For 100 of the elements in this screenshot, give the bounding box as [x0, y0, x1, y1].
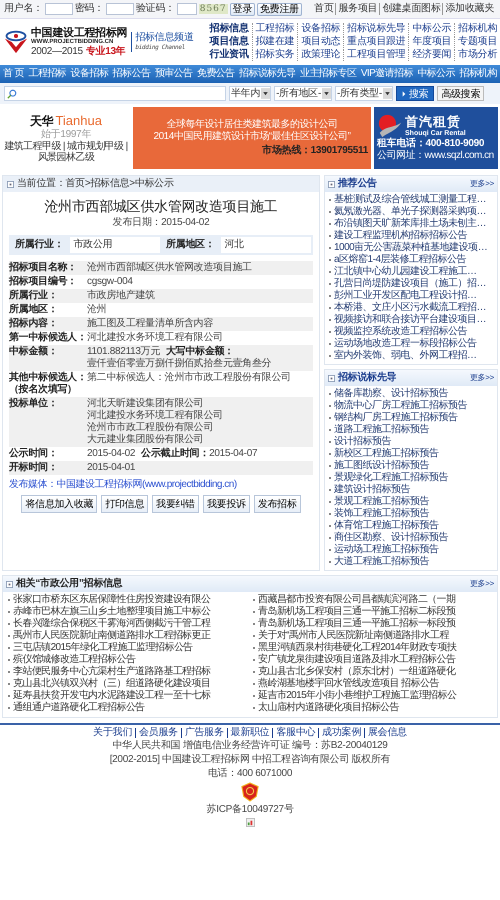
- notice-link[interactable]: 青岛新机场工程项目三通一平施工招标一标段预: [258, 618, 456, 629]
- nav-item[interactable]: 预审公告: [154, 68, 192, 80]
- header-link[interactable]: 招标机构: [454, 23, 497, 35]
- dropdown[interactable]: -所有类型-: [334, 86, 393, 101]
- header-link[interactable]: 设备招标: [297, 23, 340, 35]
- notice-link[interactable]: 大道工程施工招标预告: [334, 556, 494, 568]
- notice-link[interactable]: 道路工程施工招标预告: [334, 424, 494, 436]
- search-button[interactable]: 搜索: [396, 86, 434, 101]
- notice-link[interactable]: 施工图纸设计招标预告: [334, 460, 494, 472]
- notice-link[interactable]: 殡仪馆城修改造工程招标公告: [13, 654, 136, 665]
- header-link[interactable]: 招标说标先导: [343, 23, 406, 35]
- header-link[interactable]: 专题项目: [454, 36, 497, 48]
- dropdown[interactable]: -所有地区-: [274, 86, 332, 101]
- notice-link[interactable]: a区熔窑1-4层装修工程招标公告: [334, 254, 494, 266]
- nav-item[interactable]: 招标机构: [459, 68, 497, 80]
- notice-link[interactable]: 张家口市桥东区东居保障性住房投资建设有限公: [13, 594, 210, 605]
- login-input[interactable]: [44, 3, 73, 15]
- login-input[interactable]: [106, 3, 134, 15]
- more-link[interactable]: 更多>>: [470, 179, 494, 189]
- header-link[interactable]: 市场分析: [454, 49, 497, 61]
- top-link[interactable]: 服务项目: [335, 3, 380, 15]
- nav-item[interactable]: 中标公示: [417, 68, 455, 80]
- category-link[interactable]: 项目信息: [210, 36, 249, 48]
- notice-link[interactable]: 禹州市人民医院新址南侧道路排水工程招标更正: [13, 630, 210, 641]
- header-link[interactable]: 政策理论: [297, 49, 340, 61]
- nav-item[interactable]: 设备招标: [70, 68, 108, 80]
- footer-link[interactable]: 会员服务: [134, 728, 181, 738]
- notice-link[interactable]: 长春兴隆综合保税区干雾海河西侧截污干管工程: [13, 618, 210, 629]
- notice-link[interactable]: 孔营日尚堤防建设项目（施工）招…: [334, 278, 494, 290]
- footer-link[interactable]: 展会信息: [364, 728, 410, 738]
- notice-link[interactable]: 延吉市2015年小街小巷维护工程施工监理招标公: [258, 690, 456, 701]
- notice-link[interactable]: 运动场地改造工程一标段招标公告: [334, 338, 494, 350]
- footer-link[interactable]: 最新职位: [226, 728, 272, 738]
- top-link[interactable]: 添加收藏夹: [442, 3, 496, 15]
- notice-link[interactable]: 黑里河镇西泉村街巷硬化工程2014年财政专项扶: [258, 642, 456, 653]
- nav-item[interactable]: 招标说标先导: [239, 68, 296, 80]
- header-link[interactable]: 年度项目: [408, 36, 452, 48]
- notice-link[interactable]: 1000亩无公害蔬菜种植基地建设项…: [334, 242, 494, 254]
- footer-link[interactable]: 广告服务: [180, 728, 227, 738]
- advanced-search-button[interactable]: 高级搜索: [437, 86, 484, 101]
- category-link[interactable]: 招标信息: [210, 23, 249, 35]
- notice-link[interactable]: 通组通户道路硬化工程招标公告: [13, 702, 145, 713]
- footer-link[interactable]: 关于我们: [90, 728, 135, 738]
- notice-link[interactable]: 氦氖激光器、单光子探测器采购项…: [334, 206, 494, 218]
- notice-link[interactable]: 景观工程施工招标预告: [334, 496, 494, 508]
- notice-link[interactable]: 视频接访和联合接访平台建设项目…: [334, 314, 494, 326]
- notice-link[interactable]: 布沿镇图天旷新苯库排土场未刨主…: [334, 218, 494, 230]
- notice-link[interactable]: 太山庙村内道路硬化项目招标公告: [258, 702, 400, 713]
- notice-link[interactable]: 装饰工程施工招标预告: [334, 508, 494, 520]
- login-button[interactable]: 登录: [230, 2, 256, 16]
- footer-link[interactable]: 客服中心: [272, 728, 318, 738]
- notice-link[interactable]: 建设工程监理机构招标招标公告: [334, 230, 494, 242]
- notice-link[interactable]: 运动场工程施工招标预告: [334, 544, 494, 556]
- action-button[interactable]: 发布招标: [254, 494, 301, 513]
- nav-item[interactable]: 工程招标: [28, 68, 66, 80]
- header-link[interactable]: 工程项目管理: [343, 49, 406, 61]
- header-link[interactable]: 工程招标: [252, 23, 294, 35]
- footer-link[interactable]: 成功案例: [318, 728, 364, 738]
- nav-item[interactable]: 免费公告: [196, 68, 235, 80]
- nav-item[interactable]: 业主招标专区: [300, 68, 356, 80]
- notice-link[interactable]: 基桩测试及综合管线城工测量工程…: [334, 194, 494, 206]
- notice-link[interactable]: 延寿县扶贫开发屯内水泥路建设工程一至十七标: [13, 690, 210, 701]
- notice-link[interactable]: 江北镇中心幼儿园建设工程施工…: [334, 266, 494, 278]
- notice-link[interactable]: 克山县古北乡保安村（原东北村）一组道路硬化: [258, 666, 456, 677]
- notice-link[interactable]: 钢结构厂房工程施工招标预告: [334, 412, 494, 424]
- top-link[interactable]: 创建桌面图标: [379, 3, 442, 15]
- notice-link[interactable]: 西藏昌都市投资有限公司昌都镇滨河路二（一期: [258, 594, 456, 605]
- notice-link[interactable]: 商住区勘察、设计招标预告: [334, 532, 494, 544]
- notice-link[interactable]: 关于对“禹州市人民医院新址南侧道路排水工程: [258, 630, 449, 641]
- nav-item[interactable]: 首 页: [3, 68, 24, 80]
- notice-link[interactable]: 青岛新机场工程项目三通一平施工招标二标段预: [258, 606, 456, 617]
- notice-link[interactable]: 设计招标预告: [334, 436, 494, 448]
- notice-link[interactable]: 李站便民服务中心亢渠村生产道路路基工程招标: [13, 666, 210, 677]
- notice-link[interactable]: 新校区工程施工招标预告: [334, 448, 494, 460]
- header-link[interactable]: 中标公示: [408, 23, 452, 35]
- notice-link[interactable]: 景观绿化工程施工招标预告: [334, 472, 494, 484]
- action-button[interactable]: 将信息加入收藏: [21, 494, 98, 513]
- action-button[interactable]: 我要投诉: [202, 494, 250, 513]
- nav-item[interactable]: 招标公告: [112, 68, 150, 80]
- ad-banner[interactable]: 全球每年设计居住类建筑最多的设计公司 2014中国民用建筑设计市场“最佳住区设计公司” 市场热线：13901795511: [133, 107, 371, 169]
- notice-link[interactable]: 室内外装饰、弱电、外网工程招…: [334, 350, 494, 362]
- header-link[interactable]: 招标实务: [252, 49, 294, 61]
- top-link[interactable]: 首页: [312, 3, 336, 15]
- search-field[interactable]: [4, 86, 226, 101]
- nav-item[interactable]: VIP邀请招标: [360, 68, 413, 80]
- notice-link[interactable]: 彭州工业开发区配电工程设计招…: [334, 290, 494, 302]
- header-link[interactable]: 项目动态: [297, 36, 340, 48]
- action-button[interactable]: 我要纠错: [152, 494, 199, 513]
- header-link[interactable]: 经济要闻: [408, 49, 452, 61]
- notice-link[interactable]: 体育馆工程施工招标预告: [334, 520, 494, 532]
- header-link[interactable]: 拟建在建: [252, 36, 294, 48]
- header-link[interactable]: 重点项目跟进: [343, 36, 406, 48]
- login-button[interactable]: 免费注册: [257, 2, 302, 16]
- notice-link[interactable]: 建筑设计招标预告: [334, 484, 494, 496]
- notice-link[interactable]: 克山县北兴镇双兴村（三）组道路硬化建设项目: [13, 678, 210, 689]
- publisher-link[interactable]: 发布媒体：中国建设工程招标网(www.projectbidding.cn): [9, 478, 313, 491]
- action-button[interactable]: 打印信息: [101, 494, 148, 513]
- dropdown[interactable]: 半年内: [229, 86, 272, 101]
- notice-link[interactable]: 燕岭湖基地楼宇回水管线改造项目 招标公告: [258, 678, 439, 689]
- category-link[interactable]: 行业资讯: [210, 49, 249, 61]
